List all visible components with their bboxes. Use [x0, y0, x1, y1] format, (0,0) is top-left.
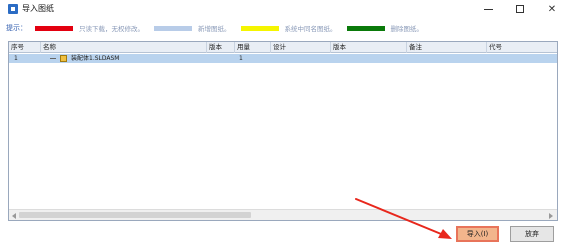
legend-swatch-new [154, 25, 192, 31]
legend-bar: 提示： 只读下载，无权修改。 新增图纸。 系统中同名图纸。 删除图纸。 [6, 22, 561, 34]
maximize-icon [516, 5, 524, 13]
legend-text-readonly: 只读下载，无权修改。 [79, 25, 144, 33]
minimize-button[interactable] [473, 0, 503, 18]
horizontal-scrollbar[interactable] [9, 209, 557, 220]
tree-connector [50, 58, 56, 59]
legend-swatch-samename [240, 25, 279, 31]
column-header-code[interactable]: 代号 [487, 42, 557, 53]
legend-text-samename: 系统中同名图纸。 [284, 25, 337, 33]
row-version [207, 54, 235, 63]
row-design [271, 54, 331, 63]
column-header-name[interactable]: 名称 [41, 42, 207, 53]
table-row[interactable]: 1 装配体1.SLDASM 1 [9, 54, 557, 63]
legend-swatch-readonly [35, 25, 73, 31]
close-button[interactable]: ✕ [537, 0, 567, 18]
maximize-button[interactable] [505, 0, 535, 18]
table-header: 序号 名称 版本 用量 设计 版本 备注 代号 [9, 42, 557, 53]
column-header-index[interactable]: 序号 [9, 42, 41, 53]
legend-text-delete: 删除图纸。 [390, 25, 424, 33]
legend-label: 提示： [6, 24, 27, 32]
title-bar: 导入图纸 ✕ [0, 0, 567, 18]
column-header-remark[interactable]: 备注 [407, 42, 487, 53]
scroll-left-icon[interactable] [12, 213, 16, 219]
scroll-right-icon[interactable] [549, 213, 553, 219]
row-code [487, 54, 557, 63]
column-header-design[interactable]: 设计 [271, 42, 331, 53]
column-header-version2[interactable]: 版本 [331, 42, 407, 53]
legend-text-new: 新增图纸。 [198, 25, 231, 33]
cancel-button[interactable]: 放弃 [510, 226, 554, 242]
row-quantity: 1 [239, 55, 243, 62]
row-remark [407, 54, 487, 63]
import-button[interactable]: 导入(I) [456, 226, 499, 242]
app-icon [8, 4, 18, 14]
legend-swatch-delete [346, 25, 385, 31]
row-index: 1 [14, 55, 18, 62]
assembly-file-icon [60, 55, 67, 62]
annotation-arrow-head [438, 229, 452, 239]
row-name: 装配体1.SLDASM [71, 55, 120, 62]
window-title: 导入图纸 [22, 4, 54, 13]
scroll-thumb[interactable] [19, 212, 251, 218]
drawings-table: 序号 名称 版本 用量 设计 版本 备注 代号 1 装配体1.SLDASM 1 [8, 41, 558, 221]
row-version2 [331, 54, 407, 63]
minimize-icon [483, 8, 493, 10]
column-header-version[interactable]: 版本 [207, 42, 235, 53]
column-header-quantity[interactable]: 用量 [235, 42, 271, 53]
